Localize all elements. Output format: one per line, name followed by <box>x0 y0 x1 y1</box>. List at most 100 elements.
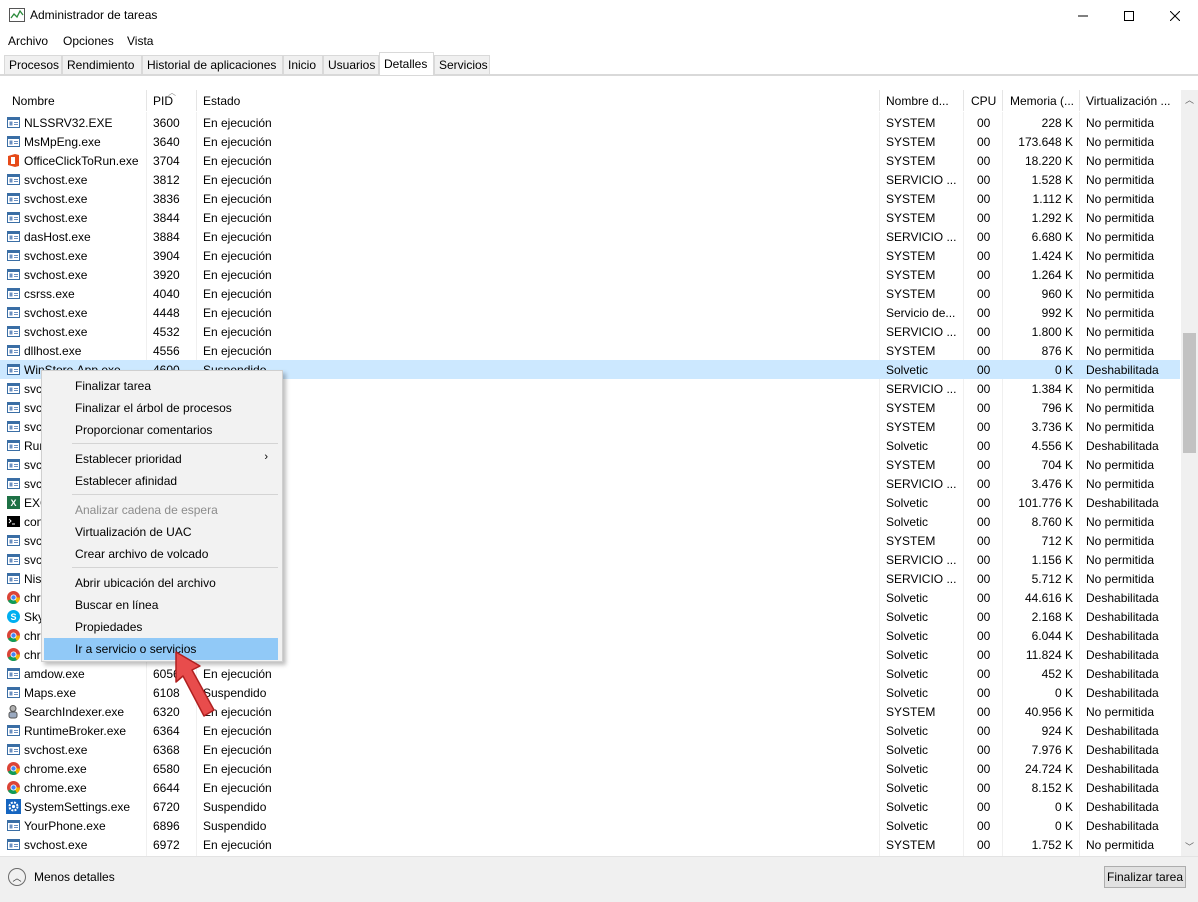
context-menu-label: Virtualización de UAC <box>75 525 192 539</box>
vertical-scrollbar[interactable]: ︿ ﹀ <box>1181 90 1198 856</box>
scroll-down-icon[interactable]: ﹀ <box>1181 839 1198 856</box>
context-menu-label: Finalizar tarea <box>75 379 152 393</box>
cell-user: Solvetic <box>886 648 929 662</box>
scroll-thumb[interactable] <box>1183 333 1196 453</box>
cell-name: amdow.exe <box>24 667 85 681</box>
cell-pid: 3812 <box>153 173 180 187</box>
table-row[interactable]: chrome.exe 6580 En ejecución Solvetic 00 24.7… <box>0 759 1180 778</box>
table-row[interactable]: svchost.exe 6368 En ejecución Solvetic 00 7.9… <box>0 740 1180 759</box>
table-row[interactable]: svchost.exe 3904 En ejecución SYSTEM 00 1.424… <box>0 246 1180 265</box>
cell-state: En ejecución <box>203 135 272 149</box>
table-row[interactable]: svchost.exe 3812 En ejecución SERVICIO ... 0… <box>0 170 1180 189</box>
context-menu-item[interactable]: Virtualización de UAC <box>44 521 278 543</box>
window-icon <box>6 324 21 339</box>
column-divider[interactable] <box>879 90 880 111</box>
cell-user: SYSTEM <box>886 458 936 472</box>
end-task-button[interactable]: Finalizar tarea <box>1104 866 1186 888</box>
window-icon <box>6 115 21 130</box>
window-icon <box>6 381 21 396</box>
table-row[interactable]: dasHost.exe 3884 En ejecución SERVICIO ... 0… <box>0 227 1180 246</box>
cell-cpu: 00 <box>977 800 991 814</box>
context-menu-item[interactable]: Abrir ubicación del archivo <box>44 572 278 594</box>
context-menu-item[interactable]: Ir a servicio o servicios <box>44 638 278 660</box>
tab-detalles[interactable]: Detalles <box>379 52 434 75</box>
cell-memory: 8.152 K <box>1031 781 1073 795</box>
column-divider[interactable] <box>196 90 197 111</box>
table-row[interactable]: svchost.exe 3844 En ejecución SYSTEM 00 1.292… <box>0 208 1180 227</box>
cell-pid: 3600 <box>153 116 180 130</box>
cell-name: svchost.exe <box>24 268 88 282</box>
window-icon <box>6 438 21 453</box>
cell-name: dasHost.exe <box>24 230 91 244</box>
cell-pid: 4448 <box>153 306 180 320</box>
menu-archivo[interactable]: Archivo <box>8 34 48 48</box>
cell-name: chrome.exe <box>24 781 87 795</box>
column-divider[interactable] <box>1002 90 1003 111</box>
close-button[interactable] <box>1152 0 1198 31</box>
context-menu-item[interactable]: Proporcionar comentarios <box>44 419 278 441</box>
context-menu-item[interactable]: Finalizar el árbol de procesos <box>44 397 278 419</box>
window-icon <box>6 818 21 833</box>
chevron-right-icon: › <box>264 451 268 463</box>
cell-cpu: 00 <box>977 306 991 320</box>
window-icon <box>6 362 21 377</box>
table-row[interactable]: csrss.exe 4040 En ejecución SYSTEM 00 960 K No… <box>0 284 1180 303</box>
context-menu-item[interactable]: Buscar en línea <box>44 594 278 616</box>
cell-name: Maps.exe <box>24 686 77 700</box>
context-menu-item[interactable]: Propiedades <box>44 616 278 638</box>
table-row[interactable]: SystemSettings.exe 6720 Suspendido Solvetic… <box>0 797 1180 816</box>
cell-cpu: 00 <box>977 116 991 130</box>
column-divider[interactable] <box>1079 90 1080 111</box>
context-menu-label: Proporcionar comentarios <box>75 423 213 437</box>
table-row[interactable]: MsMpEng.exe 3640 En ejecución SYSTEM 00 173.6… <box>0 132 1180 151</box>
cell-cpu: 00 <box>977 534 991 548</box>
table-row[interactable]: svchost.exe 4532 En ejecución SERVICIO ... 0… <box>0 322 1180 341</box>
cell-state: En ejecución <box>203 287 272 301</box>
cell-virtualization: No permitida <box>1086 401 1155 415</box>
cell-pid: 3836 <box>153 192 180 206</box>
footer-bar: ︿ Menos detalles Finalizar tarea <box>0 856 1198 902</box>
tab-servicios[interactable]: Servicios <box>434 55 490 74</box>
table-row[interactable]: RuntimeBroker.exe 6364 En ejecución Solveti… <box>0 721 1180 740</box>
table-row[interactable]: YourPhone.exe 6896 Suspendido Solvetic 00 0 K… <box>0 816 1180 835</box>
context-menu-item[interactable]: Crear archivo de volcado <box>44 543 278 565</box>
table-row[interactable]: svchost.exe 4448 En ejecución Servicio de..… <box>0 303 1180 322</box>
tab-inicio[interactable]: Inicio <box>283 55 323 74</box>
tab-historial-aplicaciones[interactable]: Historial de aplicaciones <box>142 55 283 74</box>
chrome-icon <box>6 761 21 776</box>
cell-cpu: 00 <box>977 553 991 567</box>
window-icon <box>6 476 21 491</box>
context-menu-item[interactable]: Establecer prioridad › <box>44 448 278 470</box>
tab-rendimiento[interactable]: Rendimiento <box>62 55 142 74</box>
cell-virtualization: No permitida <box>1086 116 1155 130</box>
context-menu-item[interactable]: Finalizar tarea <box>44 375 278 397</box>
table-row[interactable]: OfficeClickToRun.exe 3704 En ejecución SYST… <box>0 151 1180 170</box>
table-row[interactable]: NLSSRV32.EXE 3600 En ejecución SYSTEM 00 228 … <box>0 113 1180 132</box>
scroll-up-icon[interactable]: ︿ <box>1181 92 1198 109</box>
tab-procesos[interactable]: Procesos <box>4 55 62 74</box>
maximize-button[interactable] <box>1106 0 1152 31</box>
cell-state: En ejecución <box>203 173 272 187</box>
window-icon <box>6 305 21 320</box>
table-row[interactable]: svchost.exe 3920 En ejecución SYSTEM 00 1.264… <box>0 265 1180 284</box>
office-icon <box>6 153 21 168</box>
table-row[interactable]: svchost.exe 6972 En ejecución SYSTEM 00 1.752… <box>0 835 1180 854</box>
cell-pid: 6644 <box>153 781 180 795</box>
table-row[interactable]: dllhost.exe 4556 En ejecución SYSTEM 00 876 K… <box>0 341 1180 360</box>
minimize-button[interactable] <box>1060 0 1106 31</box>
menu-opciones[interactable]: Opciones <box>63 34 114 48</box>
menu-vista[interactable]: Vista <box>127 34 153 48</box>
cell-memory: 1.264 K <box>1031 268 1073 282</box>
cell-name: svchost.exe <box>24 192 88 206</box>
table-row[interactable]: svchost.exe 3836 En ejecución SYSTEM 00 1.112… <box>0 189 1180 208</box>
column-divider[interactable] <box>146 90 147 111</box>
context-menu-item[interactable]: Establecer afinidad <box>44 470 278 492</box>
cell-pid: 4532 <box>153 325 180 339</box>
table-row[interactable]: chrome.exe 6644 En ejecución Solvetic 00 8.15… <box>0 778 1180 797</box>
tab-usuarios[interactable]: Usuarios <box>323 55 379 74</box>
cell-pid: 3640 <box>153 135 180 149</box>
column-divider[interactable] <box>963 90 964 111</box>
context-menu-item: Analizar cadena de espera <box>44 499 278 521</box>
less-details-button[interactable]: ︿ Menos detalles <box>8 868 115 886</box>
cell-cpu: 00 <box>977 249 991 263</box>
